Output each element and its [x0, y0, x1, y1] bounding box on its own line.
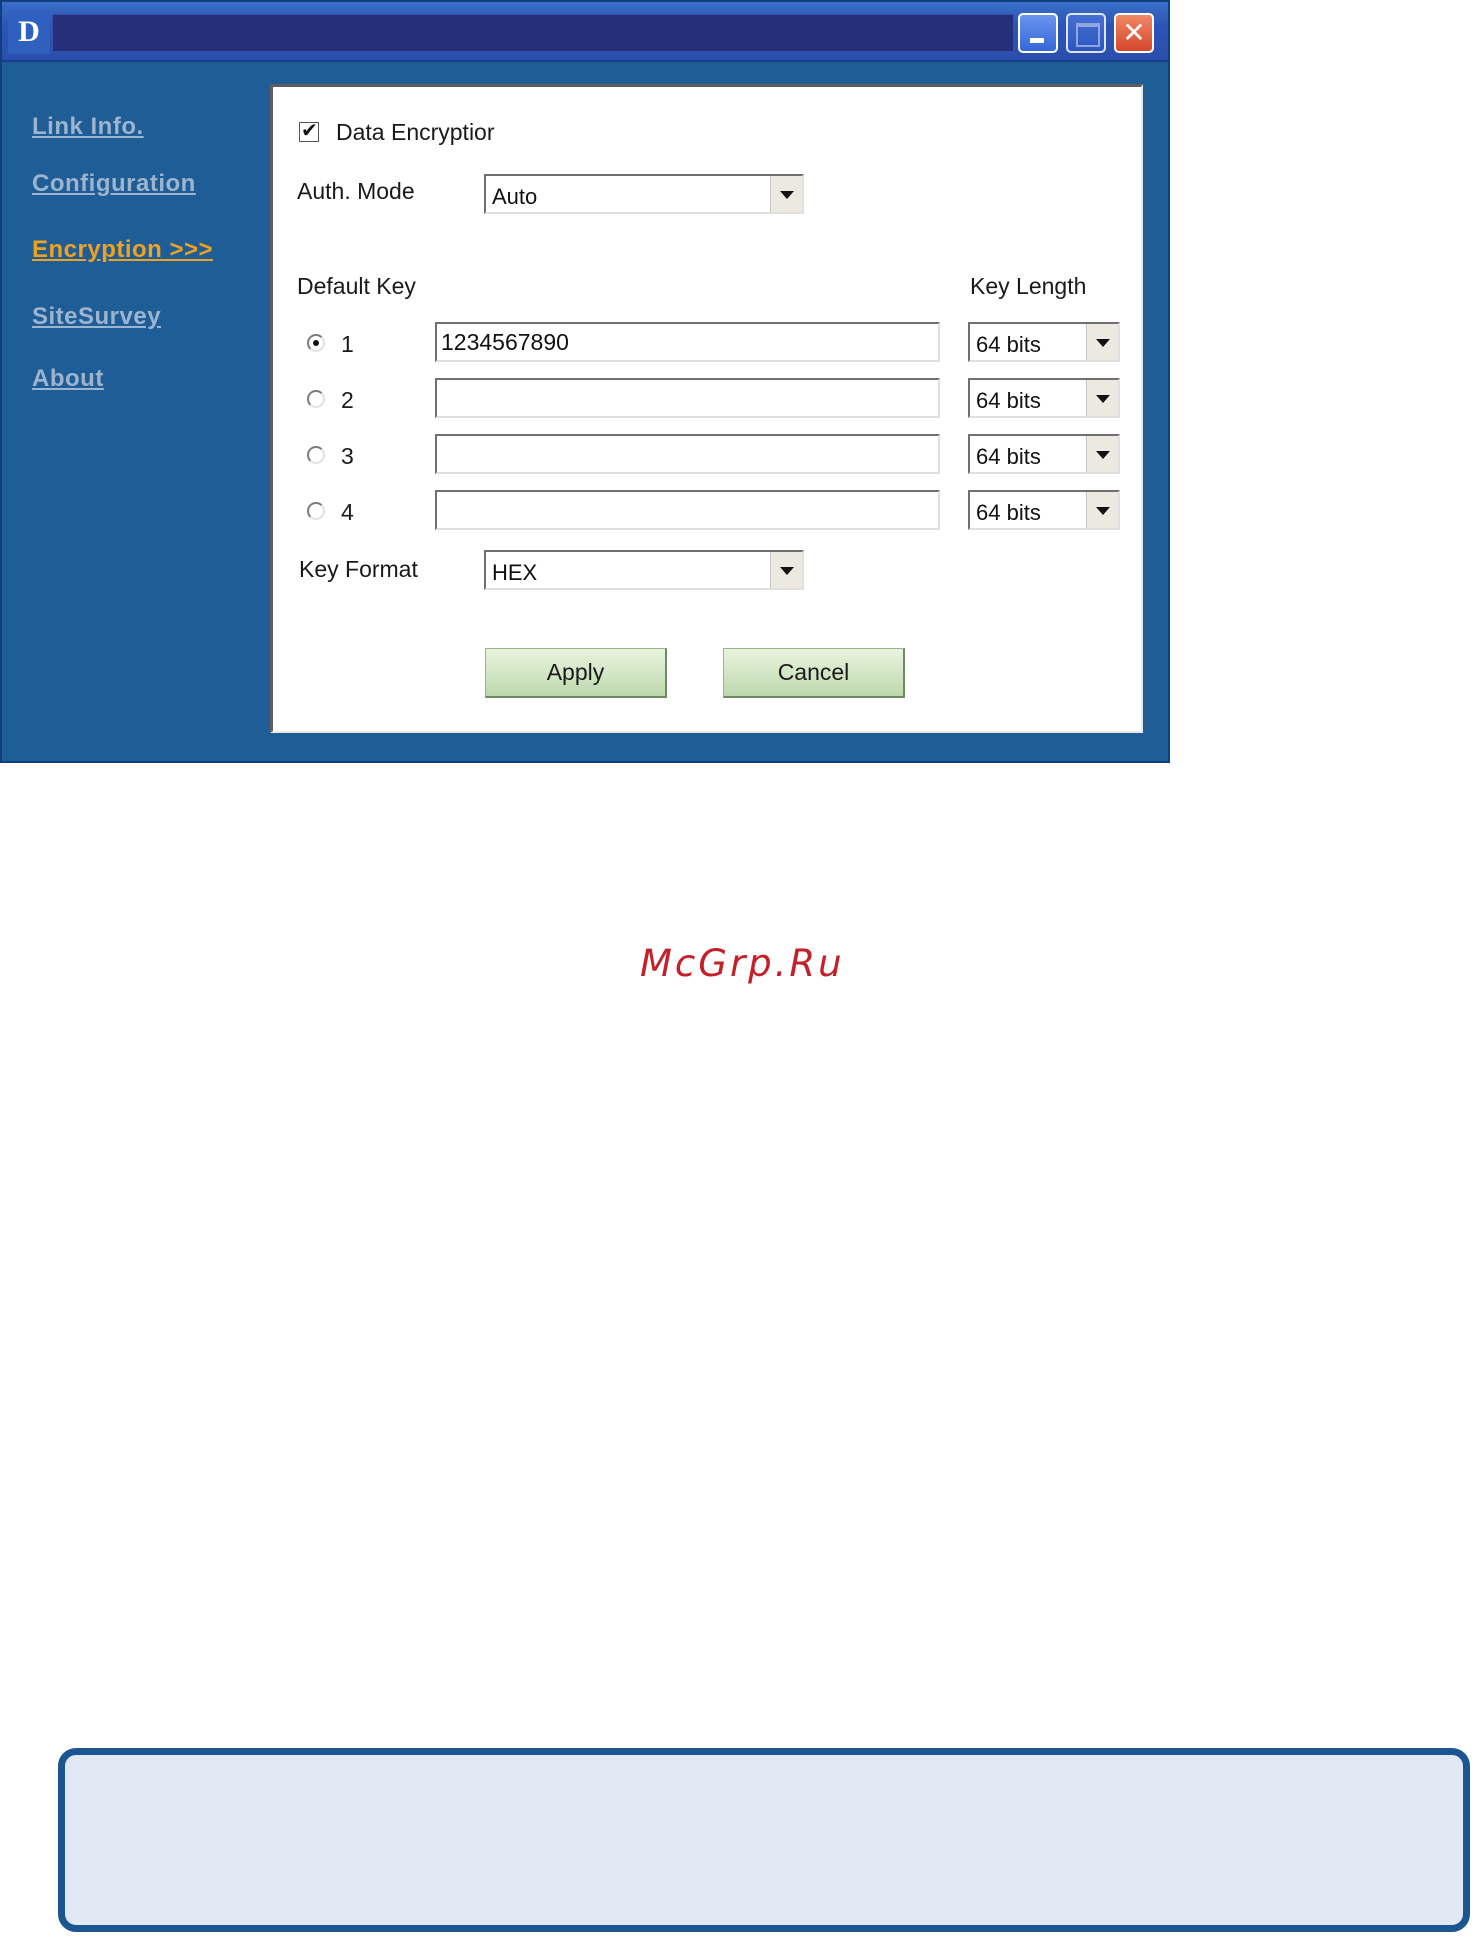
key-3-label: 3	[341, 443, 354, 469]
encryption-panel: ✔ Data Encryptior Auth. Mode Auto Defaul…	[270, 84, 1143, 733]
key-2-length-select[interactable]: 64 bits	[968, 378, 1120, 418]
sidebar-item-link-info[interactable]: Link Info.	[32, 113, 144, 141]
title-band	[52, 14, 1014, 52]
title-bar[interactable]: D ✕	[2, 2, 1168, 62]
key-2-length-value: 64 bits	[976, 388, 1041, 413]
key-2-label: 2	[341, 387, 354, 413]
minimize-button[interactable]	[1018, 13, 1058, 53]
apply-button[interactable]: Apply	[485, 648, 667, 698]
data-encryption-label: Data Encryptior	[336, 119, 495, 145]
default-key-label: Default Key	[297, 273, 416, 299]
watermark-text: McGrp.Ru	[640, 942, 845, 985]
key-length-label: Key Length	[970, 273, 1087, 299]
cancel-button[interactable]: Cancel	[723, 648, 905, 698]
key-format-value: HEX	[492, 560, 538, 585]
sidebar-item-encryption[interactable]: Encryption >>>	[32, 236, 213, 264]
key-3-input[interactable]	[435, 434, 940, 474]
sidebar-item-sitesurvey[interactable]: SiteSurvey	[32, 303, 161, 331]
key-2-input[interactable]	[435, 378, 940, 418]
chevron-down-icon[interactable]	[770, 552, 802, 588]
key-3-radio[interactable]	[307, 446, 325, 464]
auth-mode-select[interactable]: Auto	[484, 174, 804, 214]
key-1-radio[interactable]	[307, 334, 325, 352]
key-1-input[interactable]	[435, 322, 940, 362]
chevron-down-icon[interactable]	[1086, 324, 1118, 360]
chevron-down-icon[interactable]	[1086, 492, 1118, 528]
note-box	[58, 1748, 1470, 1932]
app-logo-icon: D	[8, 10, 50, 54]
data-encryption-checkbox[interactable]: ✔	[299, 118, 319, 142]
key-format-select[interactable]: HEX	[484, 550, 804, 590]
key-2-radio[interactable]	[307, 390, 325, 408]
chevron-down-icon[interactable]	[1086, 436, 1118, 472]
key-1-length-value: 64 bits	[976, 332, 1041, 357]
auth-mode-label: Auth. Mode	[297, 178, 415, 204]
key-3-length-select[interactable]: 64 bits	[968, 434, 1120, 474]
close-button[interactable]: ✕	[1114, 13, 1154, 53]
sidebar-item-about[interactable]: About	[32, 365, 104, 393]
checkmark-icon: ✔	[301, 118, 318, 142]
chevron-down-icon[interactable]	[1086, 380, 1118, 416]
key-3-length-value: 64 bits	[976, 444, 1041, 469]
key-format-label: Key Format	[299, 556, 418, 582]
key-1-length-select[interactable]: 64 bits	[968, 322, 1120, 362]
auth-mode-value: Auto	[492, 184, 538, 209]
sidebar-item-configuration[interactable]: Configuration	[32, 170, 196, 198]
key-1-label: 1	[341, 331, 354, 357]
close-icon: ✕	[1122, 16, 1146, 49]
wireless-utility-window: D ✕ Link Info. Configuration Encryption …	[0, 0, 1170, 763]
key-4-radio[interactable]	[307, 502, 325, 520]
key-4-length-select[interactable]: 64 bits	[968, 490, 1120, 530]
chevron-down-icon[interactable]	[770, 176, 802, 212]
key-4-input[interactable]	[435, 490, 940, 530]
key-4-label: 4	[341, 499, 354, 525]
maximize-button[interactable]	[1066, 13, 1106, 53]
key-4-length-value: 64 bits	[976, 500, 1041, 525]
